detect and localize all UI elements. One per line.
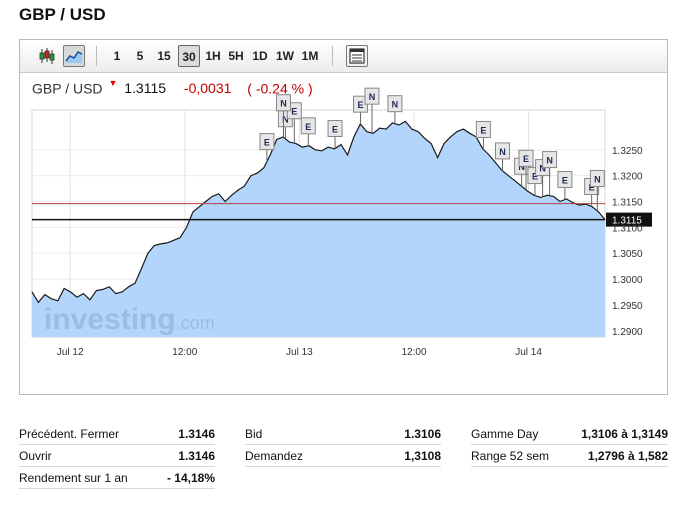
candlestick-chart-icon[interactable] — [36, 45, 58, 67]
interval-5h[interactable]: 5H — [227, 45, 245, 67]
stat-row-ask: Demandez 1,3108 — [245, 445, 441, 467]
stat-value: 1,2796 à 1,582 — [587, 449, 668, 463]
stat-row-1y-return: Rendement sur 1 an - 14,18% — [19, 467, 215, 489]
event-marker-label: E — [264, 138, 270, 148]
y-tick-label: 1.2900 — [612, 327, 643, 338]
event-marker-label: E — [480, 125, 486, 135]
stat-value: 1.3146 — [178, 427, 215, 441]
stat-row-bid: Bid 1.3106 — [245, 423, 441, 445]
interval-30[interactable]: 30 — [178, 45, 200, 67]
toolbar-separator — [332, 46, 333, 66]
stat-row-open: Ouvrir 1.3146 — [19, 445, 215, 467]
stat-row-52wk-range: Range 52 sem 1,2796 à 1,582 — [471, 445, 668, 467]
event-marker-label: E — [291, 107, 297, 117]
event-marker-label: E — [305, 122, 311, 132]
event-marker-label: E — [523, 154, 529, 164]
x-tick-label: 12:00 — [401, 347, 426, 358]
interval-5[interactable]: 5 — [133, 45, 147, 67]
event-marker-label: N — [499, 147, 506, 157]
stat-label: Demandez — [245, 449, 304, 463]
y-tick-label: 1.3150 — [612, 198, 643, 209]
event-marker-label: N — [369, 92, 376, 102]
event-marker-label: E — [358, 100, 364, 110]
interval-1w[interactable]: 1W — [275, 45, 295, 67]
stat-value: 1.3146 — [178, 449, 215, 463]
event-marker-label: N — [280, 99, 287, 109]
data-table-icon[interactable] — [346, 45, 368, 67]
stat-label: Précédent. Fermer — [19, 427, 120, 441]
y-tick-label: 1.2950 — [612, 301, 643, 312]
stat-label: Ouvrir — [19, 449, 52, 463]
stat-row-day-range: Gamme Day 1,3106 à 1,3149 — [471, 423, 668, 445]
area-chart-icon[interactable] — [63, 45, 85, 67]
stat-value: 1,3108 — [404, 449, 441, 463]
y-tick-label: 1.3200 — [612, 172, 643, 183]
y-tick-label: 1.3050 — [612, 249, 643, 260]
price-chart[interactable]: investing.com 1.3115 ENENE EENNENNEENNEEN… — [20, 72, 667, 394]
event-marker-label: N — [594, 174, 601, 184]
x-tick-label: Jul 14 — [515, 347, 542, 358]
chart-toolbar: 1 5 15 30 1H 5H 1D 1W 1M — [20, 40, 667, 73]
stat-value: 1.3106 — [404, 427, 441, 441]
x-tick-label: Jul 13 — [286, 347, 313, 358]
interval-1d[interactable]: 1D — [251, 45, 269, 67]
event-marker-label: N — [546, 156, 553, 166]
stat-label: Rendement sur 1 an — [19, 471, 128, 485]
stat-label: Range 52 sem — [471, 449, 550, 463]
event-marker-label: E — [332, 124, 338, 134]
interval-1[interactable]: 1 — [110, 45, 124, 67]
event-marker-label: N — [392, 100, 399, 110]
y-tick-label: 1.3250 — [612, 146, 643, 157]
stat-value: 1,3106 à 1,3149 — [581, 427, 668, 441]
x-tick-label: 12:00 — [172, 347, 197, 358]
interval-1h[interactable]: 1H — [204, 45, 222, 67]
event-marker-label: E — [562, 176, 568, 186]
interval-1m[interactable]: 1M — [300, 45, 320, 67]
stat-label: Bid — [245, 427, 263, 441]
page-title: GBP / USD — [19, 5, 106, 24]
y-tick-label: 1.3100 — [612, 223, 643, 234]
x-tick-label: Jul 12 — [57, 347, 84, 358]
interval-15[interactable]: 15 — [154, 45, 174, 67]
stat-label: Gamme Day — [471, 427, 539, 441]
toolbar-separator — [96, 46, 97, 66]
y-tick-label: 1.3000 — [612, 275, 643, 286]
stat-row-previous-close: Précédent. Fermer 1.3146 — [19, 423, 215, 445]
chart-widget: 1 5 15 30 1H 5H 1D 1W 1M GBP / USD ▼ 1.3… — [19, 39, 668, 395]
stat-value: - 14,18% — [166, 471, 215, 485]
